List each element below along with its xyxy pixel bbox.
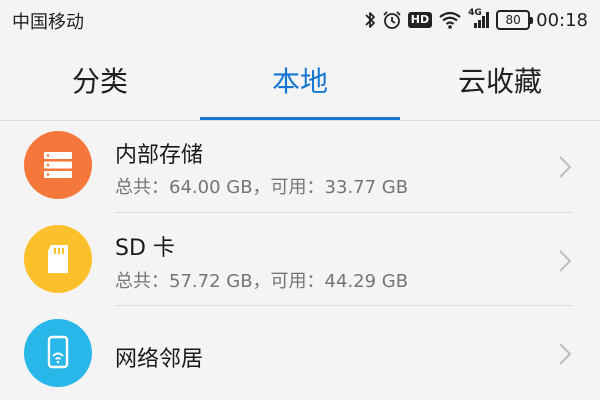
bluetooth-icon bbox=[364, 10, 376, 30]
list-item-title: 内部存储 bbox=[115, 143, 204, 168]
network-type-label: 4G bbox=[468, 8, 482, 18]
chevron-right-icon bbox=[559, 250, 572, 272]
status-icons: HD 4G 80 00:18 bbox=[364, 6, 588, 34]
tab-local[interactable]: 本地 bbox=[200, 40, 400, 120]
list-item-subtitle: 总共：57.72 GB，可用：44.29 GB bbox=[115, 271, 409, 292]
sd-card-icon bbox=[24, 225, 92, 293]
network-phone-icon bbox=[24, 319, 92, 387]
status-bar: 中国移动 HD 4G 80 00:18 bbox=[0, 0, 600, 40]
hd-icon: HD bbox=[407, 12, 433, 28]
chevron-right-icon bbox=[559, 156, 572, 178]
carrier-name: 中国移动 bbox=[12, 12, 84, 33]
list-item-internal-storage[interactable]: 内部存储 总共：64.00 GB，可用：33.77 GB bbox=[0, 121, 600, 213]
tab-categories[interactable]: 分类 bbox=[0, 40, 200, 120]
list-item-sd-card[interactable]: SD 卡 总共：57.72 GB，可用：44.29 GB bbox=[0, 213, 600, 306]
tab-cloud-favorites[interactable]: 云收藏 bbox=[400, 40, 600, 120]
list-item-title: 网络邻居 bbox=[115, 347, 204, 372]
list-item-subtitle: 总共：64.00 GB，可用：33.77 GB bbox=[115, 177, 409, 198]
list-item-network-neighborhood[interactable]: 网络邻居 bbox=[0, 306, 600, 398]
list-item-title: SD 卡 bbox=[115, 236, 175, 261]
clock: 00:18 bbox=[536, 9, 588, 31]
cellular-signal-icon: 4G bbox=[468, 8, 490, 30]
chevron-right-icon bbox=[559, 343, 572, 365]
storage-icon bbox=[24, 131, 92, 199]
battery-icon: 80 bbox=[496, 10, 534, 30]
alarm-icon bbox=[382, 10, 402, 30]
storage-list: 内部存储 总共：64.00 GB，可用：33.77 GB SD 卡 总共：57.… bbox=[0, 121, 600, 400]
tab-bar: 分类 本地 云收藏 bbox=[0, 40, 600, 121]
wifi-icon bbox=[438, 10, 462, 30]
